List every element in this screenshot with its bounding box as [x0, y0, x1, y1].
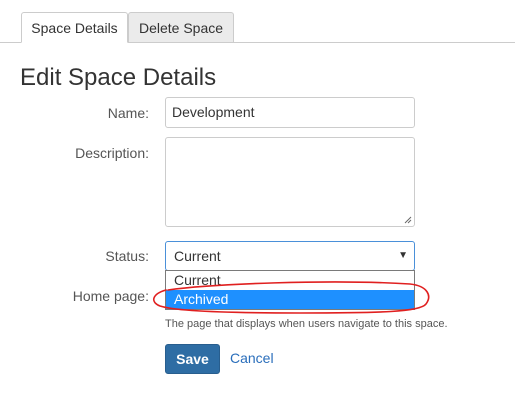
status-select[interactable]: Current ▼: [165, 241, 415, 271]
status-option-current[interactable]: Current: [166, 271, 414, 290]
home-page-help-text: The page that displays when users naviga…: [165, 318, 448, 330]
save-button[interactable]: Save: [165, 344, 220, 374]
tab-space-details[interactable]: Space Details: [21, 12, 128, 43]
resize-grip-icon[interactable]: [404, 216, 412, 224]
page-title: Edit Space Details: [20, 64, 217, 91]
status-dropdown-list: Current Archived: [165, 270, 415, 310]
status-selected-value: Current: [174, 248, 221, 264]
tab-delete-space[interactable]: Delete Space: [128, 12, 234, 43]
caret-down-icon: ▼: [398, 250, 408, 261]
name-input[interactable]: Development: [165, 97, 415, 128]
description-textarea[interactable]: [165, 137, 415, 227]
tab-bar: Space Details Delete Space: [0, 0, 515, 43]
description-label: Description:: [75, 145, 149, 161]
name-label: Name:: [107, 105, 149, 121]
home-page-label: Home page:: [72, 288, 149, 304]
cancel-link[interactable]: Cancel: [230, 350, 274, 366]
status-label: Status:: [105, 248, 149, 264]
status-option-archived[interactable]: Archived: [166, 290, 414, 309]
